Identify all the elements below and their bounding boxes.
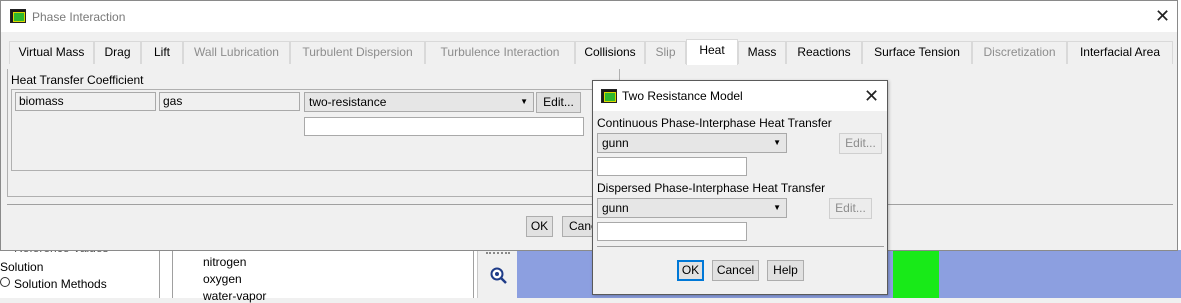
dispersed-label: Dispersed Phase-Interphase Heat Transfer [597, 181, 826, 195]
cancel-button[interactable]: Cancel [712, 260, 759, 281]
chevron-down-icon: ▼ [773, 203, 781, 212]
list-item[interactable]: nitrogen [203, 255, 246, 269]
magnifier-icon[interactable] [489, 266, 507, 284]
continuous-edit-button[interactable]: Edit... [839, 133, 882, 154]
tab-collisions[interactable]: Collisions [575, 41, 645, 64]
dispersed-input[interactable] [597, 222, 747, 241]
tab-heat[interactable]: Heat [686, 39, 738, 65]
tab-bar: Virtual Mass Drag Lift Wall Lubrication … [9, 39, 1173, 65]
ok-button[interactable]: OK [677, 260, 704, 281]
phase-1-field: biomass [15, 92, 156, 111]
dispersed-dropdown[interactable]: gunn ▼ [597, 198, 787, 218]
app-icon [601, 89, 617, 103]
tab-turbulent-dispersion[interactable]: Turbulent Dispersion [290, 41, 425, 64]
divider [597, 246, 884, 247]
continuous-value: gunn [602, 136, 629, 150]
continuous-input[interactable] [597, 157, 747, 176]
tab-mass[interactable]: Mass [738, 41, 786, 64]
contour-region [893, 250, 939, 298]
toolbar-grip [486, 252, 510, 254]
continuous-label: Continuous Phase-Interphase Heat Transfe… [597, 116, 832, 130]
close-icon[interactable]: ✕ [864, 87, 879, 105]
tab-wall-lubrication[interactable]: Wall Lubrication [183, 41, 290, 64]
continuous-dropdown[interactable]: gunn ▼ [597, 133, 787, 153]
dispersed-value: gunn [602, 201, 629, 215]
tab-discretization[interactable]: Discretization [972, 41, 1067, 64]
phase-interaction-dialog: Phase Interaction ✕ Virtual Mass Drag Li… [0, 0, 1178, 251]
tree-item-solution[interactable]: Solution [0, 260, 43, 274]
chevron-down-icon: ▼ [773, 138, 781, 147]
chevron-down-icon: ▼ [520, 97, 528, 106]
dispersed-edit-button[interactable]: Edit... [829, 198, 872, 219]
dialog-titlebar[interactable]: Phase Interaction ✕ [1, 1, 1177, 32]
divider [7, 204, 1173, 205]
heat-transfer-coefficient-label: Heat Transfer Coefficient [11, 73, 144, 87]
tab-lift[interactable]: Lift [141, 41, 183, 64]
tree-item-solution-methods[interactable]: Solution Methods [14, 277, 107, 291]
tab-slip[interactable]: Slip [645, 41, 686, 64]
heat-model-value: two-resistance [309, 95, 387, 109]
help-button[interactable]: Help [767, 260, 804, 281]
dialog-title: Two Resistance Model [622, 89, 743, 103]
heat-extra-input[interactable] [304, 117, 584, 136]
list-item[interactable]: water-vapor [203, 289, 266, 303]
list-item[interactable]: oxygen [203, 272, 242, 286]
two-resistance-dialog: Two Resistance Model ✕ Continuous Phase-… [592, 80, 888, 295]
tab-reactions[interactable]: Reactions [786, 41, 862, 64]
tab-virtual-mass[interactable]: Virtual Mass [9, 41, 94, 64]
tab-turbulence-interaction[interactable]: Turbulence Interaction [425, 41, 575, 64]
dialog-title: Phase Interaction [32, 10, 126, 24]
close-icon[interactable]: ✕ [1155, 7, 1170, 25]
phase-2-field: gas [159, 92, 300, 111]
edit-button[interactable]: Edit... [536, 92, 581, 113]
tab-interfacial-area[interactable]: Interfacial Area [1067, 41, 1173, 64]
heat-model-dropdown[interactable]: two-resistance ▼ [304, 92, 534, 112]
tree-node-icon [0, 277, 10, 287]
dialog-titlebar[interactable]: Two Resistance Model ✕ [593, 81, 887, 111]
app-icon [10, 9, 26, 23]
tab-drag[interactable]: Drag [94, 41, 141, 64]
graphics-toolbar [477, 250, 517, 298]
ok-button[interactable]: OK [526, 216, 553, 237]
species-list[interactable]: nitrogen oxygen water-vapor [172, 250, 474, 303]
tab-surface-tension[interactable]: Surface Tension [862, 41, 972, 64]
